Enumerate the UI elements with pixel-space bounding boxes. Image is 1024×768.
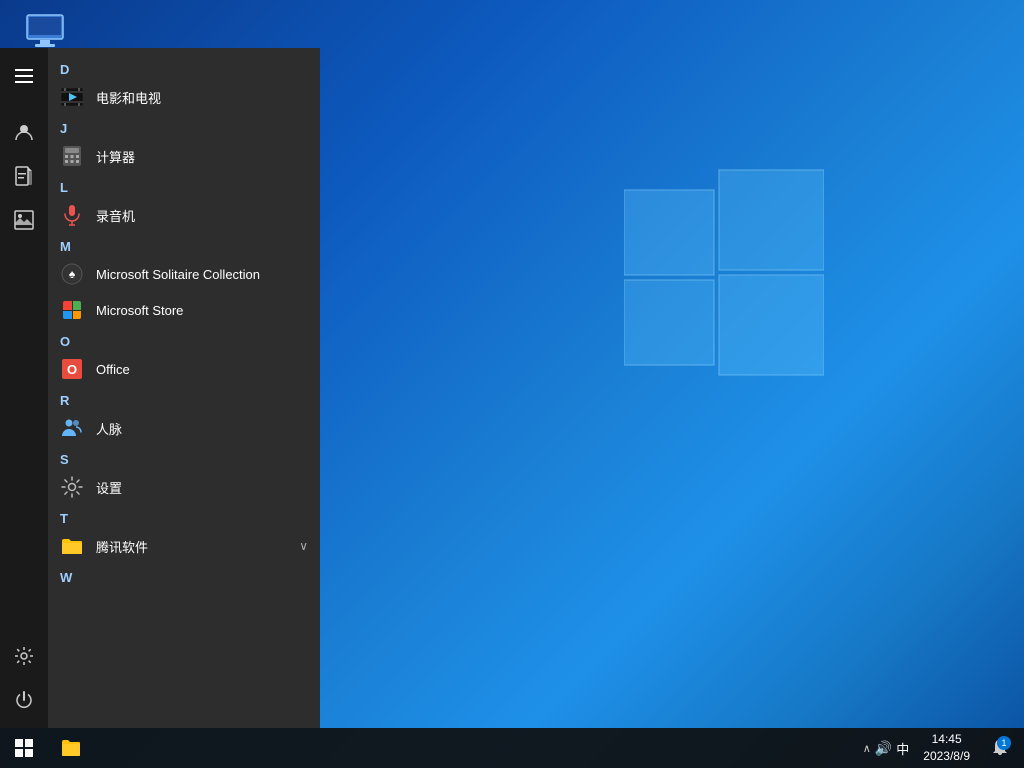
app-item-movies-tv[interactable]: 电影和电视 <box>48 79 320 115</box>
systray-area: ∧ 🔊 中 <box>863 739 910 758</box>
desktop: 此电脑 <box>0 0 1024 768</box>
systray-speaker-icon[interactable]: 🔊 <box>875 740 892 757</box>
movies-tv-icon <box>60 85 84 109</box>
app-item-settings[interactable]: 设置 <box>48 469 320 505</box>
section-letter-w: W <box>48 564 320 587</box>
taskbar-right-area: ∧ 🔊 中 14:45 2023/8/9 1 <box>863 728 1024 768</box>
app-item-office[interactable]: O Office <box>48 351 320 387</box>
store-icon <box>60 298 84 322</box>
sidebar-power-icon[interactable] <box>4 680 44 720</box>
sidebar-photos-icon[interactable] <box>4 200 44 240</box>
windows-logo-decoration <box>624 160 824 380</box>
app-item-tencent[interactable]: 腾讯软件 ∨ <box>48 528 320 564</box>
people-label: 人脉 <box>96 419 308 438</box>
app-item-calculator[interactable]: 计算器 <box>48 138 320 174</box>
app-item-recorder[interactable]: 录音机 <box>48 197 320 233</box>
section-letter-r: R <box>48 387 320 410</box>
systray-chevron[interactable]: ∧ <box>863 742 871 755</box>
tencent-expand-arrow[interactable]: ∨ <box>299 539 308 553</box>
section-letter-d: D <box>48 56 320 79</box>
movies-tv-label: 电影和电视 <box>96 88 308 107</box>
settings-label: 设置 <box>96 478 308 497</box>
svg-text:♠: ♠ <box>69 267 76 281</box>
app-item-people[interactable]: 人脉 <box>48 410 320 446</box>
taskbar-left-area <box>0 728 92 768</box>
settings-icon <box>60 475 84 499</box>
systray-ime-indicator[interactable]: 中 <box>896 739 909 758</box>
taskbar-time: 14:45 <box>923 731 970 748</box>
office-icon: O <box>60 357 84 381</box>
taskbar-file-explorer-button[interactable] <box>50 728 92 768</box>
solitaire-label: Microsoft Solitaire Collection <box>96 267 308 282</box>
start-button[interactable] <box>0 728 48 768</box>
store-label: Microsoft Store <box>96 303 308 318</box>
notification-center-button[interactable]: 1 <box>984 728 1016 768</box>
recorder-icon <box>60 203 84 227</box>
svg-text:O: O <box>67 362 77 377</box>
app-item-store[interactable]: Microsoft Store <box>48 292 320 328</box>
recorder-label: 录音机 <box>96 206 308 225</box>
calculator-icon <box>60 144 84 168</box>
start-app-list: D 电影和电视 <box>48 48 320 728</box>
section-letter-l: L <box>48 174 320 197</box>
taskbar-date: 2023/8/9 <box>923 748 970 765</box>
start-menu: D 电影和电视 <box>0 48 320 728</box>
calculator-label: 计算器 <box>96 147 308 166</box>
taskbar: ∧ 🔊 中 14:45 2023/8/9 1 <box>0 728 1024 768</box>
people-icon <box>60 416 84 440</box>
solitaire-icon: ♠ <box>60 262 84 286</box>
section-letter-s: S <box>48 446 320 469</box>
section-letter-o: O <box>48 328 320 351</box>
notification-badge: 1 <box>997 736 1011 750</box>
section-letter-m: M <box>48 233 320 256</box>
tencent-label: 腾讯软件 <box>96 537 287 556</box>
sidebar-document-icon[interactable] <box>4 156 44 196</box>
sidebar-user-icon[interactable] <box>4 112 44 152</box>
app-item-solitaire[interactable]: ♠ Microsoft Solitaire Collection <box>48 256 320 292</box>
this-pc-icon <box>24 10 66 52</box>
sidebar-settings-icon[interactable] <box>4 636 44 676</box>
office-label: Office <box>96 362 308 377</box>
start-sidebar <box>0 48 48 728</box>
taskbar-clock[interactable]: 14:45 2023/8/9 <box>915 731 978 765</box>
section-letter-j: J <box>48 115 320 138</box>
hamburger-menu-button[interactable] <box>4 56 44 96</box>
tencent-folder-icon <box>60 534 84 558</box>
section-letter-t: T <box>48 505 320 528</box>
